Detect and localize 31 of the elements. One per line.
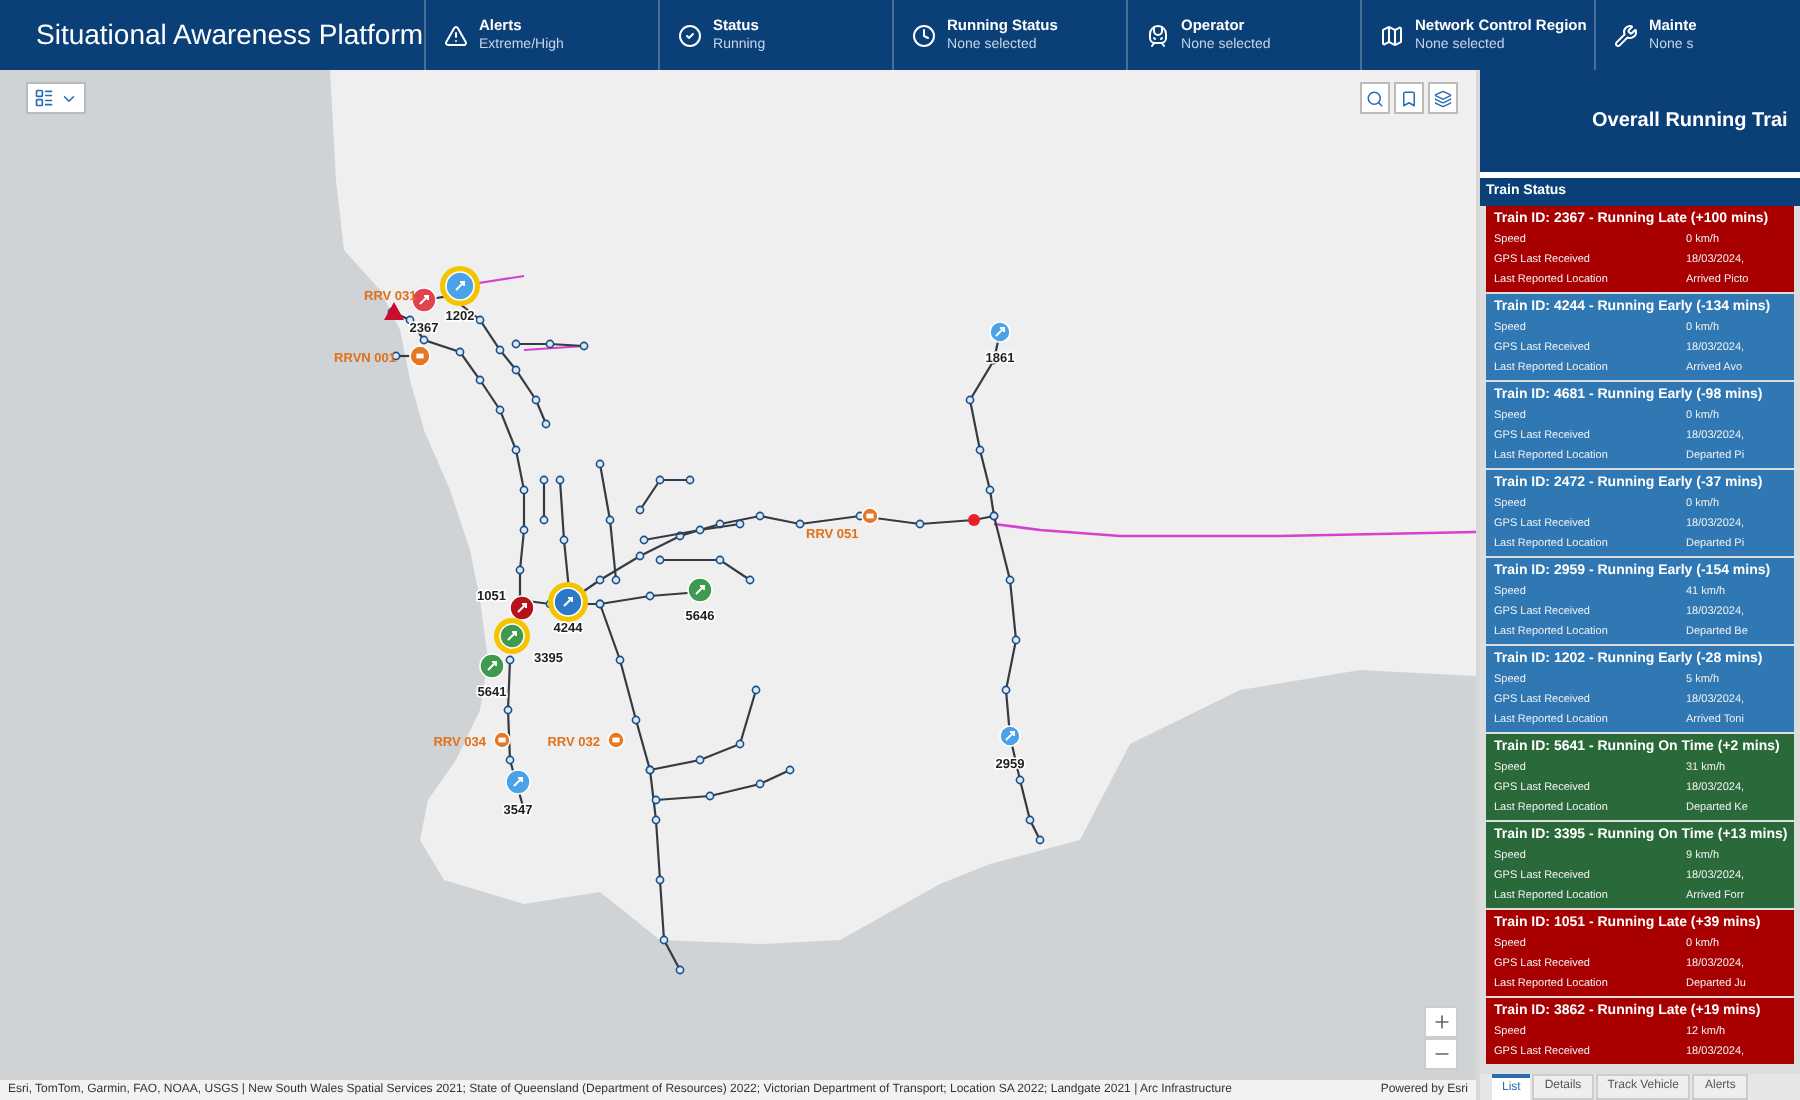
- layers-icon: [1434, 89, 1452, 107]
- bookmark-button[interactable]: [1394, 82, 1424, 114]
- search-icon: [1366, 89, 1384, 107]
- zoom-out-button[interactable]: [1424, 1038, 1458, 1070]
- train-marker[interactable]: [509, 595, 535, 621]
- list-icon: [34, 88, 54, 108]
- train-marker[interactable]: [999, 725, 1021, 747]
- vehicle-marker[interactable]: [861, 507, 879, 525]
- plus-icon: [1431, 1012, 1451, 1032]
- layers-button[interactable]: [1428, 82, 1458, 114]
- train-marker[interactable]: [479, 653, 505, 679]
- wrench-icon: [1613, 23, 1638, 47]
- search-button[interactable]: [1360, 82, 1390, 114]
- train-marker[interactable]: [505, 769, 531, 795]
- vehicle-marker[interactable]: [607, 731, 625, 749]
- warning-marker-icon[interactable]: [384, 302, 404, 320]
- train-marker[interactable]: [989, 321, 1011, 343]
- clock-icon: [911, 23, 936, 47]
- alert-dot-icon[interactable]: [968, 514, 980, 526]
- vehicle-marker[interactable]: [493, 731, 511, 749]
- warning-icon: [443, 23, 468, 47]
- panel-title: Overall Running Trai: [1592, 108, 1788, 136]
- train-icon: [1145, 23, 1170, 47]
- vehicle-marker[interactable]: [409, 345, 431, 367]
- app-title: Situational Awareness Platform: [36, 16, 424, 54]
- bookmark-icon: [1400, 89, 1418, 107]
- zoom-in-button[interactable]: [1424, 1006, 1458, 1038]
- layer-list-button[interactable]: [26, 82, 86, 114]
- status-icon: [677, 23, 702, 47]
- map-icon: [1379, 23, 1404, 47]
- train-marker[interactable]: [687, 577, 713, 603]
